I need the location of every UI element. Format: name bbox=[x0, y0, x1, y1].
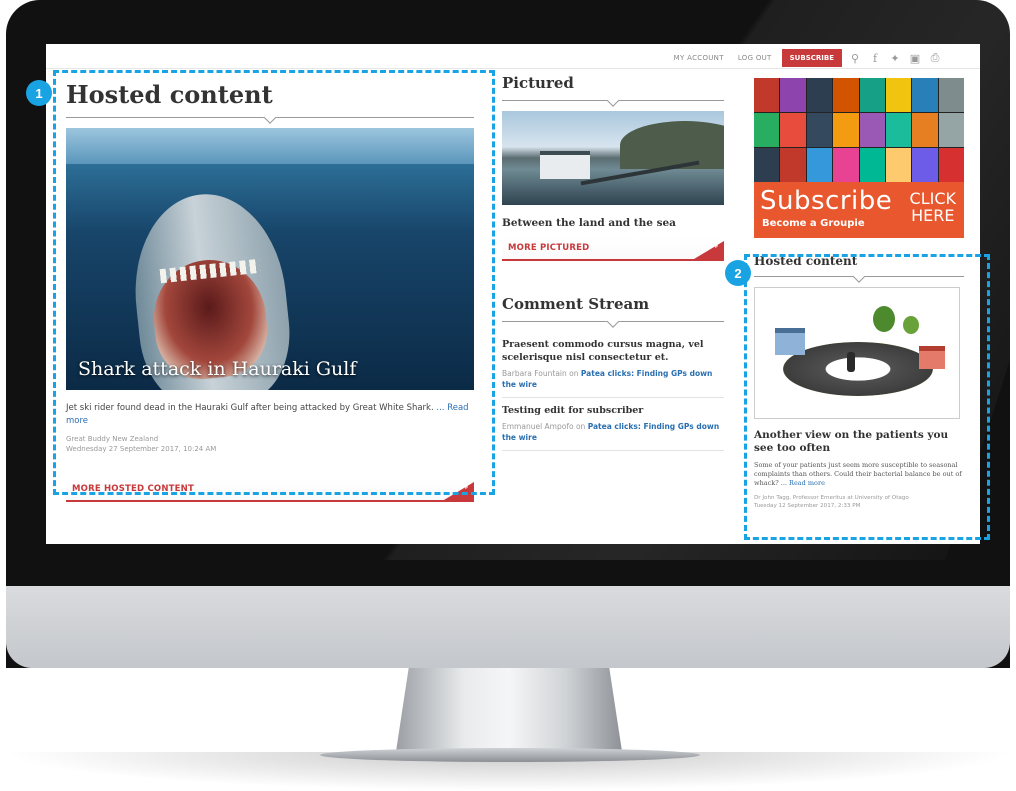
magazine-cover bbox=[754, 113, 780, 147]
comment-item: Testing edit for subscriber Emmanuel Amp… bbox=[502, 398, 724, 451]
comment-on: on bbox=[575, 422, 586, 431]
magazine-covers[interactable] bbox=[754, 78, 964, 182]
magazine-cover bbox=[806, 148, 833, 182]
plus-icon: + bbox=[712, 242, 719, 250]
comment-on: on bbox=[569, 369, 579, 378]
magazine-cover bbox=[806, 113, 833, 147]
comment-author: Barbara Fountain bbox=[502, 369, 567, 378]
pictured-caption[interactable]: Between the land and the sea bbox=[502, 217, 724, 229]
magazine-cover bbox=[885, 78, 912, 112]
magazine-cover bbox=[754, 78, 780, 112]
log-out-link[interactable]: LOG OUT bbox=[734, 54, 776, 62]
magazine-cover bbox=[938, 113, 964, 147]
subscribe-banner[interactable]: Subscribe Become a Groupie CLICK HERE bbox=[754, 182, 964, 238]
magazine-cover bbox=[885, 113, 912, 147]
callout-badge-2: 2 bbox=[725, 260, 751, 286]
middle-column: Pictured Between the land and the sea MO… bbox=[502, 74, 724, 451]
pictured-rule bbox=[502, 92, 724, 101]
pictured-heading: Pictured bbox=[502, 74, 574, 92]
magazine-cover bbox=[885, 148, 912, 182]
instagram-icon[interactable]: ▣ bbox=[908, 52, 922, 65]
top-divider bbox=[46, 68, 980, 69]
more-pictured-button[interactable]: MORE PICTURED + bbox=[502, 237, 724, 261]
magazine-cover bbox=[938, 78, 964, 112]
monitor-chin bbox=[6, 586, 1010, 668]
magazine-cover bbox=[780, 113, 806, 147]
magazine-cover bbox=[859, 78, 885, 112]
comment-author: Emmanuel Ampofo bbox=[502, 422, 574, 431]
callout-badge-1: 1 bbox=[26, 80, 52, 106]
comment-title[interactable]: Praesent commodo cursus magna, vel scele… bbox=[502, 338, 724, 364]
comment-stream-heading: Comment Stream bbox=[502, 295, 650, 313]
magazine-cover bbox=[859, 113, 885, 147]
print-icon[interactable]: ⎙ bbox=[928, 51, 942, 65]
magazine-cover bbox=[912, 78, 938, 112]
subscribe-button[interactable]: SUBSCRIBE bbox=[781, 49, 842, 67]
comment-meta: Barbara Fountain on Patea clicks: Findin… bbox=[502, 368, 724, 390]
more-pictured-label: MORE PICTURED bbox=[508, 243, 590, 253]
magazine-cover bbox=[780, 148, 806, 182]
my-account-link[interactable]: MY ACCOUNT bbox=[670, 54, 728, 62]
magazine-cover bbox=[912, 148, 938, 182]
comment-stream-rule bbox=[502, 313, 724, 322]
pictured-image[interactable] bbox=[502, 111, 724, 205]
magazine-cover bbox=[912, 113, 938, 147]
search-icon[interactable]: ⚲ bbox=[848, 52, 862, 65]
monitor-stand bbox=[395, 668, 623, 758]
magazine-cover bbox=[754, 148, 780, 182]
top-bar: MY ACCOUNT LOG OUT SUBSCRIBE ⚲ f ✦ ▣ ⎙ bbox=[670, 48, 942, 68]
magazine-cover bbox=[833, 78, 859, 112]
twitter-icon[interactable]: ✦ bbox=[888, 52, 902, 65]
callout-box-1 bbox=[53, 70, 495, 495]
magazine-cover bbox=[833, 148, 859, 182]
magazine-cover bbox=[806, 78, 833, 112]
subscribe-banner-subtitle: Become a Groupie bbox=[762, 218, 865, 229]
callout-box-2 bbox=[744, 254, 990, 540]
comment-title[interactable]: Testing edit for subscriber bbox=[502, 404, 724, 417]
subscribe-banner-title: Subscribe bbox=[760, 186, 893, 216]
magazine-cover bbox=[780, 78, 806, 112]
comment-meta: Emmanuel Ampofo on Patea clicks: Finding… bbox=[502, 421, 724, 443]
comment-item: Praesent commodo cursus magna, vel scele… bbox=[502, 332, 724, 398]
magazine-cover bbox=[938, 148, 964, 182]
magazine-cover bbox=[859, 148, 885, 182]
facebook-icon[interactable]: f bbox=[868, 52, 882, 65]
click-here-label: CLICK HERE bbox=[909, 189, 956, 225]
magazine-cover bbox=[833, 113, 859, 147]
monitor-stand-base bbox=[320, 748, 700, 762]
